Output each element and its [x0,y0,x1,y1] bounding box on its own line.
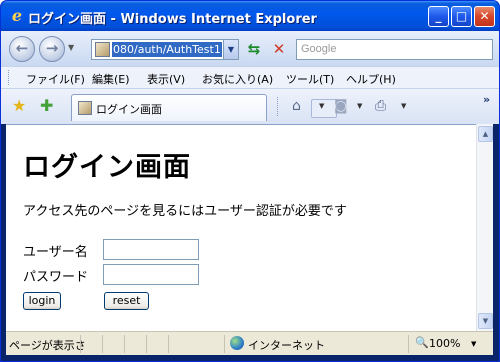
print-dropdown[interactable]: ▼ [401,102,406,110]
zoom-dropdown[interactable]: ▼ [471,340,476,348]
stop-button[interactable]: ✕ [269,39,289,59]
home-dropdown[interactable]: ▼ [319,102,324,110]
forward-button[interactable]: → [39,36,65,62]
page-icon [78,101,92,115]
menu-favorites[interactable]: お気に入り(A) [202,71,273,87]
zoom-icon: 🔍 [415,336,429,349]
page-content: ログイン画面 アクセス先のページを見るにはユーザー認証が必要です ユーザー名 パ… [6,124,476,331]
feeds-icon[interactable]: ◙ [334,98,348,114]
back-button[interactable]: ← [9,36,35,62]
browser-window: e ログイン画面 - Windows Internet Explorer _ □… [0,0,500,362]
feeds-dropdown[interactable]: ▼ [357,102,362,110]
status-divider [80,335,81,353]
menu-file[interactable]: ファイル(F) [26,71,85,87]
username-field[interactable] [103,239,199,260]
address-bar[interactable]: 080/auth/AuthTest1 ▼ [91,39,239,60]
refresh-icon: ⇆ [247,40,261,58]
menu-help[interactable]: ヘルプ(H) [346,71,396,87]
more-commands-chevron-icon[interactable]: » [483,93,490,106]
page-title: ログイン画面 [23,152,191,183]
navigation-bar: ← → ▼ 080/auth/AuthTest1 ▼ ⇆ ✕ Google [1,31,499,66]
tab-bar: ★ ✚ ログイン画面 ⌂ ▼ ◙ ▼ ⎙ ▼ » [1,88,499,124]
refresh-button[interactable]: ⇆ [244,39,264,59]
status-text: ページが表示さ [9,339,86,352]
page-icon [95,42,110,57]
menu-edit[interactable]: 編集(E) [92,71,130,87]
page-description: アクセス先のページを見るにはユーザー認証が必要です [23,204,347,219]
window-title: ログイン画面 - Windows Internet Explorer [28,12,317,27]
minimize-button[interactable]: _ [428,6,449,27]
window-frame-right [493,124,499,361]
tab-login[interactable]: ログイン画面 [71,94,337,121]
print-icon[interactable]: ⎙ [375,98,386,114]
status-divider [408,335,409,353]
window-frame-bottom [1,355,499,361]
home-icon[interactable]: ⌂ [292,98,301,114]
menu-bar: ファイル(F) 編集(E) 表示(V) お気に入り(A) ツール(T) ヘルプ(… [1,66,499,88]
status-divider [224,335,225,353]
security-zone[interactable]: インターネット [248,337,325,353]
ie-logo-icon: e [11,6,23,25]
status-divider [102,335,103,353]
login-button[interactable]: login [23,292,61,310]
tab-label: ログイン画面 [96,103,162,116]
status-divider [146,335,147,353]
status-bar: ページが表示さ インターネット 🔍 100% ▼ [6,331,493,355]
password-label: パスワード [23,270,89,285]
password-field[interactable] [103,264,199,285]
username-label: ユーザー名 [23,245,88,260]
maximize-button[interactable]: □ [451,6,472,27]
back-arrow-icon: ← [15,39,29,57]
reset-button[interactable]: reset [104,292,149,310]
favorites-star-icon[interactable]: ★ [12,97,26,115]
add-favorite-icon[interactable]: ✚ [40,97,53,115]
globe-icon [230,336,244,350]
menu-view[interactable]: 表示(V) [147,71,185,87]
title-bar[interactable]: e ログイン画面 - Windows Internet Explorer _ □… [1,1,499,31]
scroll-up-button[interactable]: ▲ [478,126,493,142]
zoom-level[interactable]: 100% [429,337,460,350]
menu-grip[interactable] [8,70,11,85]
forward-arrow-icon: → [45,39,59,57]
status-divider [168,335,169,353]
toolbar-separator [277,97,278,116]
search-placeholder: Google [301,43,337,55]
search-box[interactable]: Google [296,39,493,60]
status-divider [124,335,125,353]
scroll-down-button[interactable]: ▼ [478,313,493,329]
address-url[interactable]: 080/auth/AuthTest1 [112,42,222,57]
stop-icon: ✕ [272,40,286,58]
close-button[interactable]: ✕ [474,6,495,27]
recent-pages-dropdown[interactable]: ▼ [68,43,74,52]
vertical-scrollbar[interactable]: ▲ ▼ [476,124,493,331]
menu-tools[interactable]: ツール(T) [286,71,334,87]
address-dropdown-button[interactable]: ▼ [223,40,238,59]
